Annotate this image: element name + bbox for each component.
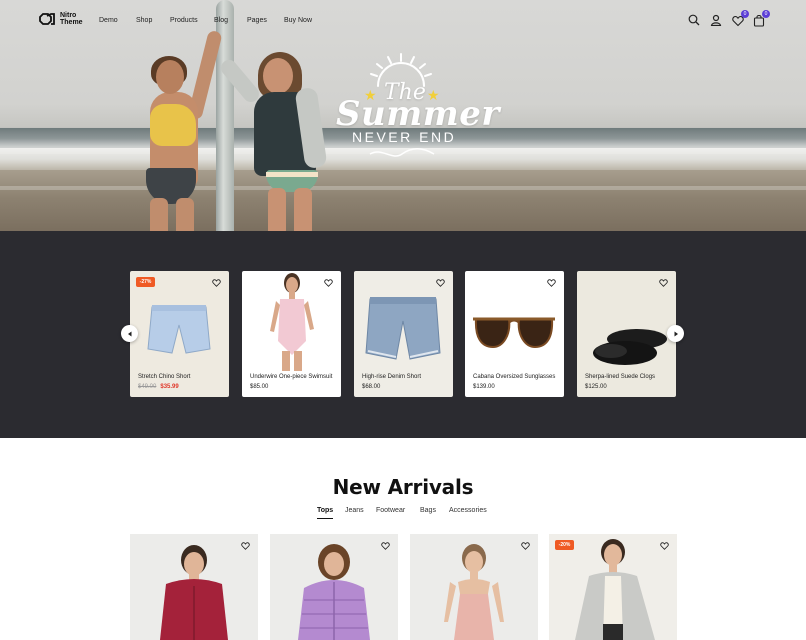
- model-2-bikini-stripe: [266, 172, 318, 177]
- logo-text: Nitro Theme: [60, 12, 83, 26]
- suede-clogs-image: [593, 329, 667, 365]
- grey-coat-model-image: [575, 539, 655, 640]
- hero-beach: [0, 170, 806, 231]
- product-title[interactable]: Stretch Chino Short: [138, 374, 190, 380]
- nitro-logo-icon: [39, 13, 55, 25]
- product-title[interactable]: Cabana Oversized Sunglasses: [473, 374, 555, 380]
- model-2-head: [263, 58, 293, 94]
- product-card[interactable]: Underwire One-piece Swimsuit $85.00: [242, 271, 341, 397]
- logo-line-1: Nitro: [60, 12, 77, 19]
- tab-jeans[interactable]: Jeans: [345, 507, 364, 514]
- tab-tops[interactable]: Tops: [317, 507, 333, 514]
- product-card[interactable]: High-rise Denim Short $68.00: [354, 271, 453, 397]
- product-sale-price: $35.99: [160, 384, 179, 390]
- model-2-leg-right: [294, 188, 312, 231]
- carousel-prev-button[interactable]: [121, 325, 138, 342]
- model-1-leg-left: [150, 198, 168, 231]
- hero-banner[interactable]: ★ ★ The Summer NEVER END Nitro Theme Dem…: [0, 0, 806, 231]
- product-price: $139.00: [473, 384, 495, 390]
- heart-icon[interactable]: [324, 279, 333, 287]
- chino-short-image: [147, 305, 211, 354]
- heart-icon[interactable]: [521, 542, 530, 550]
- heart-icon[interactable]: [659, 279, 668, 287]
- discount-badge: -27%: [136, 277, 155, 287]
- site-logo[interactable]: Nitro Theme: [38, 12, 83, 26]
- product-card[interactable]: Sherpa-lined Suede Clogs $125.00: [577, 271, 676, 397]
- model-1-bikini-top: [150, 104, 196, 146]
- cart-button[interactable]: 0: [753, 10, 770, 27]
- product-card[interactable]: Cabana Oversized Sunglasses $139.00: [465, 271, 564, 397]
- cart-count-badge: 0: [762, 10, 770, 18]
- hero-subtitle: NEVER END: [352, 129, 457, 145]
- product-price: $49.00 $35.99: [138, 384, 179, 390]
- product-card[interactable]: [410, 534, 538, 640]
- logo-line-2: Theme: [60, 19, 83, 26]
- pink-slip-dress-model-image: [444, 544, 504, 640]
- product-price: $68.00: [362, 384, 381, 390]
- product-card[interactable]: [130, 534, 258, 640]
- product-card[interactable]: -27% Stretch Chino Short $49.00 $35.99: [130, 271, 229, 397]
- discount-badge: -20%: [555, 540, 574, 550]
- hero-title-summer: Summer: [336, 94, 500, 134]
- nav-blog[interactable]: Blog: [214, 17, 228, 24]
- product-old-price: $49.00: [138, 384, 157, 390]
- product-price: $85.00: [250, 384, 269, 390]
- chevron-right-icon: [674, 331, 678, 336]
- nav-pages[interactable]: Pages: [247, 17, 267, 24]
- search-icon[interactable]: [688, 14, 700, 26]
- active-tab-indicator: [317, 518, 333, 519]
- heart-icon[interactable]: [436, 279, 445, 287]
- heart-icon[interactable]: [660, 542, 669, 550]
- product-title[interactable]: Underwire One-piece Swimsuit: [250, 374, 332, 380]
- wishlist-button[interactable]: 0: [732, 10, 749, 27]
- product-title[interactable]: High-rise Denim Short: [362, 374, 421, 380]
- model-2-leg-left: [268, 188, 286, 231]
- model-1-leg-right: [176, 198, 194, 231]
- heart-icon[interactable]: [547, 279, 556, 287]
- carousel-next-button[interactable]: [667, 325, 684, 342]
- section-title: New Arrivals: [332, 475, 474, 499]
- wishlist-count-badge: 0: [741, 10, 749, 18]
- heart-icon[interactable]: [241, 542, 250, 550]
- nav-shop[interactable]: Shop: [136, 17, 152, 24]
- product-card[interactable]: [270, 534, 398, 640]
- product-title[interactable]: Sherpa-lined Suede Clogs: [585, 374, 655, 380]
- swimsuit-model-image: [270, 273, 314, 371]
- account-icon[interactable]: [710, 14, 722, 26]
- purple-puffer-model-image: [298, 544, 370, 640]
- tab-bags[interactable]: Bags: [420, 507, 436, 514]
- product-price: $125.00: [585, 384, 607, 390]
- heart-icon[interactable]: [381, 542, 390, 550]
- featured-products-carousel: -27% Stretch Chino Short $49.00 $35.99 Un…: [0, 231, 806, 438]
- hero-wet-sand: [0, 186, 806, 190]
- nav-buy-now[interactable]: Buy Now: [284, 17, 312, 24]
- red-cardigan-model-image: [160, 545, 228, 640]
- swirl-ornament-icon: [369, 148, 435, 157]
- nav-demo[interactable]: Demo: [99, 17, 118, 24]
- denim-short-image: [365, 297, 441, 360]
- tab-accessories[interactable]: Accessories: [449, 507, 487, 514]
- nav-products[interactable]: Products: [170, 17, 198, 24]
- product-card[interactable]: -20%: [549, 534, 677, 640]
- tab-footwear[interactable]: Footwear: [376, 507, 405, 514]
- chevron-left-icon: [127, 331, 131, 336]
- heart-icon[interactable]: [212, 279, 221, 287]
- model-1-head: [156, 60, 184, 94]
- sunglasses-image: [473, 317, 555, 349]
